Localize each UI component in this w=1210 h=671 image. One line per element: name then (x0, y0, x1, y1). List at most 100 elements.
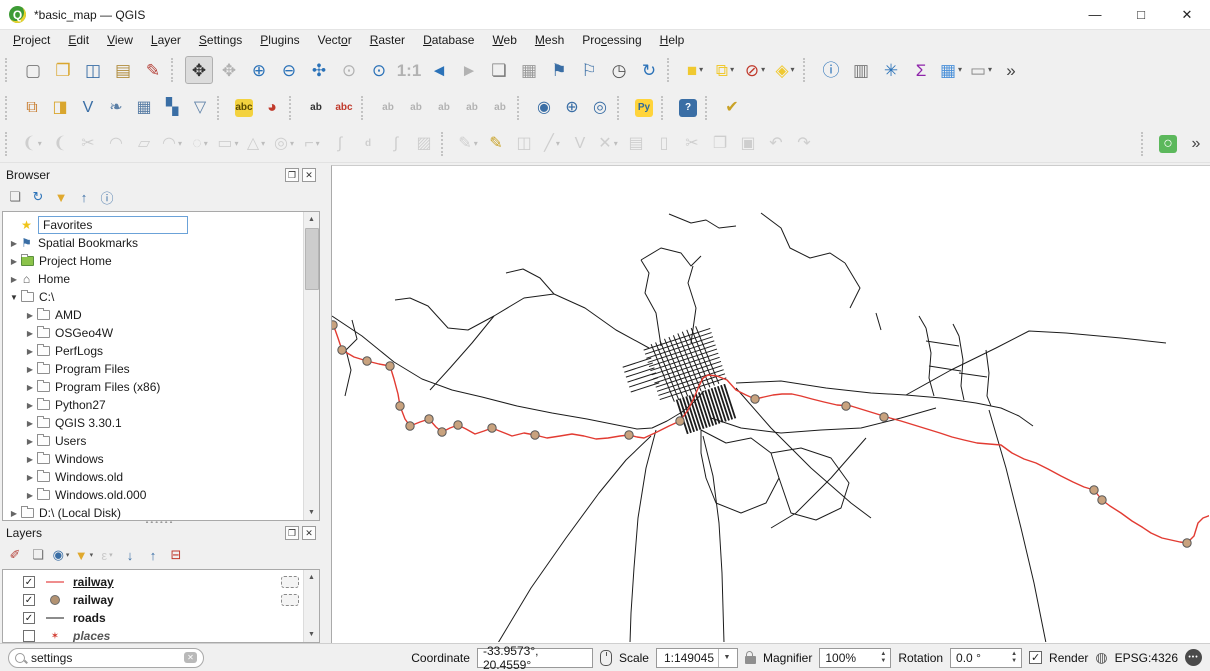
expander-icon[interactable]: ▶ (25, 455, 35, 464)
menu-settings[interactable]: Settings (190, 31, 251, 49)
map-canvas[interactable] (331, 165, 1210, 643)
menu-vector[interactable]: Vector (309, 31, 361, 49)
browser-item-program-files[interactable]: ▶Program Files (3, 360, 319, 378)
check-geometries-button[interactable]: ✔ (719, 95, 745, 121)
layer-visibility-checkbox[interactable]: ✓ (23, 576, 35, 588)
browser-item-windows-old[interactable]: ▶Windows.old (3, 468, 319, 486)
statistical-summary-button[interactable]: ▥ (847, 56, 875, 84)
toolbar-grip[interactable] (5, 96, 15, 120)
open-project-button[interactable]: ❐ (49, 56, 77, 84)
browser-float-button[interactable]: ❐ (285, 168, 299, 182)
scale-combobox[interactable]: 1:149045 ▼ (656, 648, 738, 668)
open-layer-styling-panel-button[interactable]: ✐ (4, 545, 26, 565)
show-statistics-button[interactable]: Σ (907, 56, 935, 84)
menu-project[interactable]: Project (4, 31, 59, 49)
toolbar-grip[interactable] (1141, 132, 1151, 156)
expander-icon[interactable]: ▶ (25, 347, 35, 356)
menu-raster[interactable]: Raster (361, 31, 414, 49)
lock-scale-icon[interactable] (745, 656, 756, 664)
layers-close-button[interactable]: ✕ (302, 526, 316, 540)
browser-item-spatial-bookmarks[interactable]: ▶⚑Spatial Bookmarks (3, 234, 319, 252)
expander-icon[interactable]: ▶ (25, 329, 35, 338)
toolbar-grip[interactable] (705, 96, 715, 120)
add-selected-layers-button[interactable]: ❏ (4, 187, 26, 207)
messages-icon[interactable]: ••• (1185, 649, 1202, 666)
expander-icon[interactable]: ▶ (25, 437, 35, 446)
layer-visibility-checkbox[interactable]: ✓ (23, 612, 35, 624)
zoom-full-extent-button[interactable]: ✣ (305, 56, 333, 84)
temporal-controller-button[interactable]: ◷ (605, 56, 633, 84)
browser-item-project-home[interactable]: ▶Project Home (3, 252, 319, 270)
expander-icon[interactable]: ▶ (25, 491, 35, 500)
browser-properties-button[interactable]: ⓘ (96, 187, 118, 207)
menu-processing[interactable]: Processing (573, 31, 650, 49)
filter-browser-button[interactable]: ▼ (50, 187, 72, 207)
toolbar-grip[interactable] (617, 96, 627, 120)
browser-close-button[interactable]: ✕ (302, 168, 316, 182)
expander-icon[interactable]: ▶ (25, 311, 35, 320)
expander-icon[interactable]: ▶ (9, 239, 19, 248)
browser-item-amd[interactable]: ▶AMD (3, 306, 319, 324)
browser-item-qgis-3-30-1[interactable]: ▶QGIS 3.30.1 (3, 414, 319, 432)
browser-scrollbar[interactable]: ▲ ▼ (303, 212, 319, 520)
expander-icon[interactable]: ▶ (25, 401, 35, 410)
layers-scrollbar[interactable]: ▲ ▼ (303, 570, 319, 642)
layer-item-places[interactable]: ✶places (3, 627, 319, 643)
layout-manager-button[interactable]: ▤ (109, 56, 137, 84)
clear-search-icon[interactable]: ✕ (184, 652, 197, 663)
select-features-by-value-button[interactable]: ⧉▾ (711, 56, 739, 84)
expander-icon[interactable]: ▶ (25, 473, 35, 482)
toolbar-grip[interactable] (803, 58, 813, 82)
scroll-down-icon[interactable]: ▼ (304, 627, 319, 642)
browser-item-c[interactable]: ▼C:\ (3, 288, 319, 306)
rotation-spinbox[interactable]: 0.0 ° ▲▼ (950, 648, 1022, 668)
browser-item-windows-old-000[interactable]: ▶Windows.old.000 (3, 486, 319, 504)
processing-toolbox-button[interactable]: ✳ (877, 56, 905, 84)
layer-item-roads[interactable]: ✓roads (3, 609, 319, 627)
browser-item-python27[interactable]: ▶Python27 (3, 396, 319, 414)
save-project-button[interactable]: ◫ (79, 56, 107, 84)
layer-labeling-options-button[interactable]: abc (231, 95, 257, 121)
layer-visibility-checkbox[interactable]: ✓ (23, 594, 35, 606)
deselect-features-button[interactable]: ⊘▾ (741, 56, 769, 84)
zoom-last-button[interactable]: ◄ (425, 56, 453, 84)
browser-item-windows[interactable]: ▶Windows (3, 450, 319, 468)
toolbar-grip[interactable] (217, 96, 227, 120)
toggle-editing-button[interactable]: ✎ (483, 131, 509, 157)
toolbar-grip[interactable] (667, 58, 677, 82)
expander-icon[interactable]: ▼ (9, 293, 19, 302)
chevron-down-icon[interactable]: ▼ (718, 649, 735, 667)
refresh-map-button[interactable]: ↻ (635, 56, 663, 84)
memory-layer-indicator-icon[interactable] (281, 576, 299, 588)
expander-icon[interactable]: ▶ (25, 383, 35, 392)
expand-all-layers-button[interactable]: ↓ (119, 545, 141, 565)
pan-map-button[interactable]: ✥ (185, 56, 213, 84)
identify-features-button[interactable]: ⓘ (817, 56, 845, 84)
menu-mesh[interactable]: Mesh (526, 31, 573, 49)
close-button[interactable]: ✕ (1164, 0, 1210, 29)
menu-edit[interactable]: Edit (59, 31, 98, 49)
toolbar-grip[interactable] (441, 132, 451, 156)
menu-view[interactable]: View (98, 31, 142, 49)
data-source-manager-button[interactable]: ⧉ (19, 95, 45, 121)
new-map-view-button[interactable]: ❏ (485, 56, 513, 84)
show-unplaced-labels-button[interactable]: abc (331, 95, 357, 121)
coordinate-input[interactable]: -33.9573°, 20.4559° (477, 648, 593, 668)
menu-layer[interactable]: Layer (142, 31, 190, 49)
browser-item-users[interactable]: ▶Users (3, 432, 319, 450)
menu-database[interactable]: Database (414, 31, 483, 49)
scrollbar-thumb[interactable] (305, 228, 319, 290)
select-features-button[interactable]: ■▾ (681, 56, 709, 84)
memory-layer-indicator-icon[interactable] (281, 594, 299, 606)
toolbar-extension-1-button[interactable]: » (997, 56, 1025, 84)
menu-help[interactable]: Help (651, 31, 694, 49)
attribute-table-button[interactable]: ▦▾ (937, 56, 965, 84)
add-vector-layer-button[interactable]: ◨ (47, 95, 73, 121)
zoom-to-layer-button[interactable]: ⊙ (365, 56, 393, 84)
render-checkbox[interactable]: ✓ (1029, 651, 1042, 664)
add-group-button[interactable]: ❏ (27, 545, 49, 565)
new-3d-map-view-button[interactable]: ▦ (515, 56, 543, 84)
layer-visibility-checkbox[interactable] (23, 630, 35, 642)
expander-icon[interactable]: ▶ (9, 275, 19, 284)
scroll-down-icon[interactable]: ▼ (304, 505, 319, 520)
